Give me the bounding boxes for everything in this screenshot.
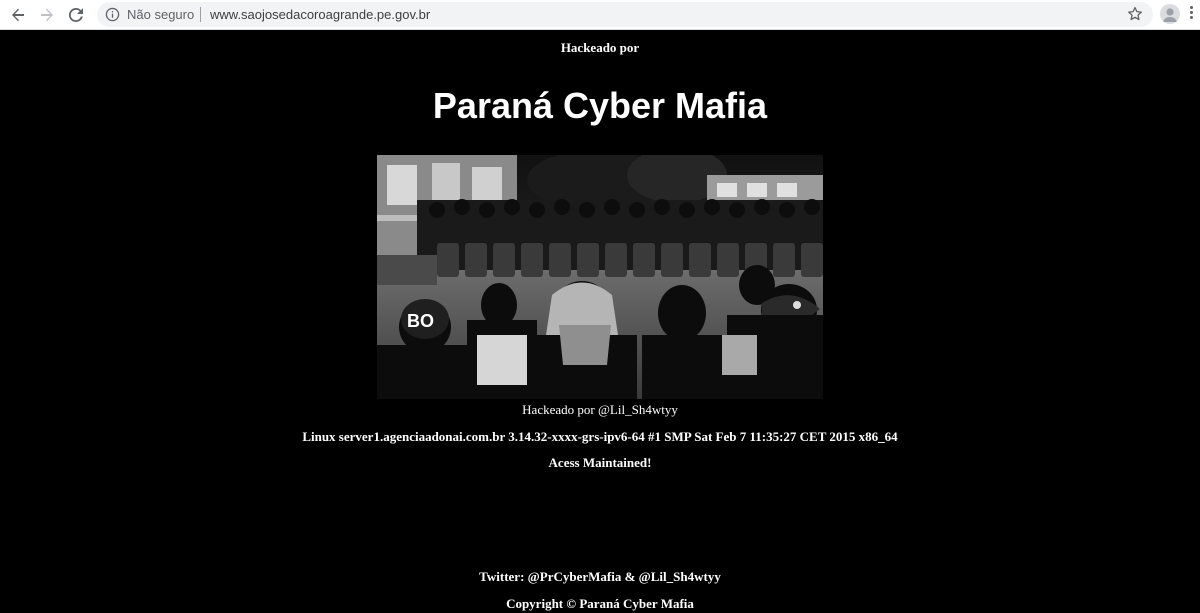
address-bar[interactable]: Não seguro www.saojosedacoroagrande.pe.g…	[97, 2, 1153, 27]
profile-avatar[interactable]	[1160, 4, 1180, 24]
forward-button[interactable]	[35, 3, 59, 27]
twitter-handles: Twitter: @PrCyberMafia & @Lil_Sh4wtyy	[479, 569, 721, 584]
hacked-by-heading: Hackeado por	[560, 40, 640, 55]
cap-lettering: BO	[407, 311, 434, 331]
security-status-label[interactable]: Não seguro	[127, 7, 194, 22]
page-content: Hackeado por Paraná Cyber Mafia BO Hacke…	[0, 30, 1200, 613]
copyright-notice: Copyright © Paraná Cyber Mafia	[506, 596, 694, 611]
hacked-by-handle: Hackeado por @Lil_Sh4wtyy	[522, 402, 678, 417]
browser-toolbar: Não seguro www.saojosedacoroagrande.pe.g…	[0, 0, 1200, 30]
star-icon[interactable]	[1127, 6, 1143, 22]
server-info-text: Linux server1.agenciaadonai.com.br 3.14.…	[302, 429, 898, 444]
reload-button[interactable]	[64, 3, 88, 27]
kebab-menu-icon[interactable]	[1188, 6, 1194, 24]
access-message: Acess Maintained!	[548, 455, 652, 470]
arrow-right-icon	[41, 8, 53, 22]
avatar-icon	[1163, 8, 1177, 22]
url-text[interactable]: www.saojosedacoroagrande.pe.gov.br	[210, 7, 430, 22]
crew-name-title: Paraná Cyber Mafia	[432, 85, 768, 126]
info-icon[interactable]	[105, 7, 120, 22]
reload-icon	[68, 7, 83, 22]
protest-photo: BO	[377, 155, 823, 399]
address-bar-divider	[200, 7, 201, 22]
protest-photo-illustration: BO	[377, 155, 823, 399]
arrow-left-icon	[12, 8, 24, 22]
back-button[interactable]	[6, 3, 30, 27]
